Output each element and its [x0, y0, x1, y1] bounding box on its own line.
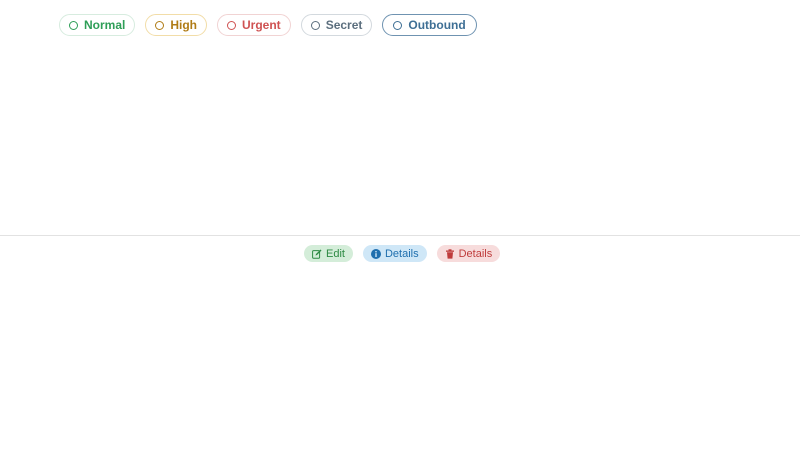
circle-outline-icon — [227, 20, 237, 30]
trash-icon — [445, 248, 454, 259]
info-icon — [370, 248, 381, 259]
edit-button-label: Edit — [326, 247, 345, 260]
details-button-label: Details — [384, 247, 419, 260]
tag-label: Urgent — [242, 18, 281, 32]
circle-outline-icon — [310, 20, 320, 30]
tag-label: High — [170, 18, 198, 32]
tag-high[interactable]: High — [145, 14, 208, 36]
section-divider — [0, 235, 800, 236]
tag-secret[interactable]: Secret — [300, 14, 373, 36]
priority-tag-row: Normal High Urgent Secret Outbound — [59, 14, 477, 36]
edit-button[interactable]: Edit — [304, 245, 353, 262]
tag-urgent[interactable]: Urgent — [217, 14, 291, 36]
circle-outline-icon — [69, 20, 78, 30]
edit-icon — [312, 249, 322, 259]
details-button[interactable]: Details — [362, 245, 427, 262]
action-button-row: Edit Details Details — [304, 245, 501, 262]
tag-label: Outbound — [408, 18, 466, 32]
circle-outline-icon — [155, 20, 165, 30]
tag-label: Normal — [84, 18, 126, 32]
tag-outbound[interactable]: Outbound — [382, 14, 477, 36]
tag-label: Secret — [325, 18, 363, 32]
tag-normal[interactable]: Normal — [59, 14, 136, 36]
circle-outline-icon — [393, 20, 403, 30]
page: Normal High Urgent Secret Outbound Edit — [0, 0, 800, 450]
delete-details-button-label: Details — [458, 247, 493, 260]
delete-details-button[interactable]: Details — [436, 245, 501, 262]
